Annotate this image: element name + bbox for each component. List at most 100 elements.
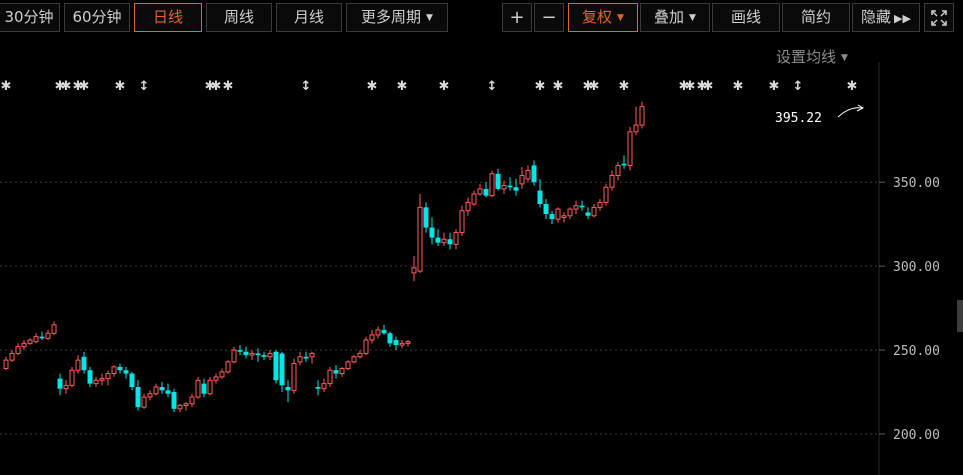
candle-body [33, 336, 39, 343]
candle-body [237, 350, 243, 352]
candle-body [303, 356, 309, 359]
candle [513, 178, 519, 196]
event-asterisk-marker[interactable]: ✱ [439, 79, 450, 94]
candle [609, 170, 615, 191]
candle-body [435, 237, 441, 243]
candle-body [261, 355, 267, 357]
event-asterisk-marker[interactable]: ✱ [589, 79, 600, 94]
candle [555, 207, 561, 223]
vertical-scrollbar[interactable] [957, 300, 963, 332]
candle [129, 371, 135, 391]
candle [507, 177, 513, 191]
event-asterisk-marker[interactable]: ✱ [619, 79, 630, 94]
candles [3, 101, 645, 413]
candle [123, 366, 129, 379]
candle-body [309, 352, 315, 358]
event-asterisk-marker[interactable]: ✱ [79, 79, 90, 94]
candle-body [57, 378, 63, 389]
candle [69, 366, 75, 387]
candle [21, 339, 27, 351]
candle-body [321, 383, 327, 390]
candle-body [207, 379, 213, 395]
candle-body [189, 396, 195, 405]
candle [99, 373, 105, 386]
event-asterisk-marker[interactable]: ✱ [211, 79, 222, 94]
candle [381, 324, 387, 335]
event-asterisk-marker[interactable]: ✱ [733, 79, 744, 94]
event-asterisk-marker[interactable]: ✱ [769, 79, 780, 94]
event-asterisk-marker[interactable]: ✱ [535, 79, 546, 94]
candle [147, 390, 153, 401]
event-asterisk-marker[interactable]: ✱ [61, 79, 72, 94]
event-asterisk-marker[interactable]: ✱ [397, 79, 408, 94]
candle-body [525, 169, 531, 180]
candle [3, 356, 9, 371]
candle [363, 336, 369, 356]
candle-body [225, 361, 231, 373]
candle-body [141, 396, 147, 408]
event-updown-marker[interactable]: ↕ [487, 79, 498, 94]
candle-body [357, 352, 363, 358]
candle [405, 339, 411, 347]
candle [309, 351, 315, 364]
event-updown-marker[interactable]: ↕ [793, 79, 804, 94]
candle-body [627, 131, 633, 166]
candle-body [609, 174, 615, 188]
candle [225, 360, 231, 374]
candle-body [285, 386, 291, 391]
event-asterisk-marker[interactable]: ✱ [367, 79, 378, 94]
candle-body [393, 339, 399, 346]
candle-body [159, 386, 165, 391]
candle-body [399, 342, 405, 346]
candle [219, 368, 225, 379]
candle [285, 380, 291, 403]
candle-body [621, 163, 627, 166]
candle-body [345, 361, 351, 370]
candle-body [537, 190, 543, 205]
candle-body [153, 386, 159, 395]
candle [249, 350, 255, 361]
candle-body [339, 368, 345, 375]
candle-body [471, 193, 477, 205]
candle [603, 183, 609, 206]
candle-body [333, 370, 339, 374]
candle [519, 167, 525, 189]
candle [51, 321, 57, 335]
grid-lines [0, 181, 879, 435]
candle [579, 200, 585, 211]
candle [57, 373, 63, 396]
candle-body [483, 188, 489, 196]
candle [15, 343, 21, 356]
candle [321, 378, 327, 393]
event-asterisk-marker[interactable]: ✱ [847, 79, 858, 94]
candle-body [411, 267, 417, 274]
candle-body [387, 333, 393, 344]
candle [489, 170, 495, 198]
event-asterisk-marker[interactable]: ✱ [115, 79, 126, 94]
candle [417, 193, 423, 273]
event-asterisk-marker[interactable]: ✱ [223, 79, 234, 94]
candle [33, 333, 39, 344]
candle [339, 366, 345, 377]
candle-body [219, 371, 225, 378]
candle-body [255, 353, 261, 356]
event-asterisk-marker[interactable]: ✱ [553, 79, 564, 94]
candle [345, 360, 351, 371]
candle-body [129, 373, 135, 387]
candle [141, 393, 147, 409]
candle [237, 345, 243, 356]
candle [399, 339, 405, 349]
candle [525, 165, 531, 183]
event-asterisk-marker[interactable]: ✱ [703, 79, 714, 94]
candle-body [489, 173, 495, 197]
candle-body [51, 324, 57, 334]
event-updown-marker[interactable]: ↕ [139, 79, 150, 94]
candlestick-chart[interactable]: ✱ ✱✱ ✱✱ ✱ ↕ ✱✱ ✱ ↕ ✱ ✱ ✱ ↕ ✱ ✱ ✱✱ ✱ ✱✱ ✱✱ ✱ ✱ ↕ ✱ 350.00300.0… [0, 0, 963, 475]
candle-body [441, 238, 447, 244]
event-updown-marker[interactable]: ↕ [301, 79, 312, 94]
candle-body [105, 373, 111, 380]
last-price-annotation: 395.22 [775, 104, 865, 126]
candle [93, 376, 99, 387]
event-asterisk-marker[interactable]: ✱ [685, 79, 696, 94]
event-asterisk-marker[interactable]: ✱ [1, 79, 12, 94]
